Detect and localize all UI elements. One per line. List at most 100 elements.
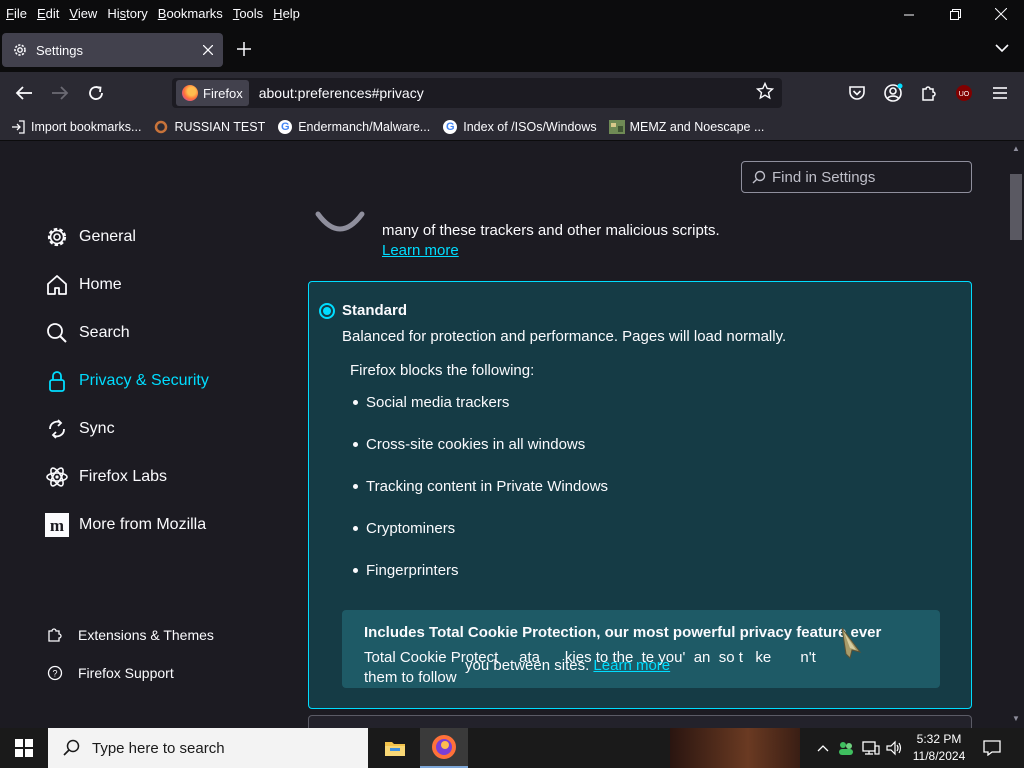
- bookmark-star-button[interactable]: [755, 81, 775, 105]
- shield-illustration-icon: [315, 211, 365, 232]
- volume-button[interactable]: [884, 728, 906, 768]
- close-window-button[interactable]: [978, 0, 1024, 28]
- sidebar-item-search[interactable]: Search: [44, 320, 130, 346]
- sidebar-item-more-from-mozilla[interactable]: m More from Mozilla: [44, 512, 206, 538]
- scroll-down-icon[interactable]: ▼: [1012, 714, 1020, 723]
- scrollbar-thumb[interactable]: [1010, 174, 1022, 240]
- bookmark-index-isos[interactable]: G Index of /ISOs/Windows: [442, 119, 597, 135]
- show-hidden-icons-button[interactable]: [814, 728, 832, 768]
- bullet-icon: [353, 484, 358, 489]
- extensions-button[interactable]: [918, 82, 940, 104]
- account-icon: [884, 83, 903, 102]
- svg-text:UO: UO: [959, 91, 970, 98]
- forward-arrow-icon: [52, 86, 69, 100]
- busy-cursor-icon: [841, 627, 862, 659]
- strict-protection-card[interactable]: [308, 715, 972, 728]
- plus-icon: [237, 42, 251, 56]
- speaker-icon: [886, 740, 902, 756]
- reload-icon: [89, 86, 103, 100]
- taskbar-clock[interactable]: 5:32 PM 11/8/2024: [906, 731, 972, 765]
- identity-label: Firefox: [203, 85, 243, 101]
- taskbar-search-box[interactable]: Type here to search: [48, 728, 368, 768]
- sync-icon: [44, 416, 70, 442]
- chevron-down-icon: [995, 44, 1009, 53]
- close-tab-button[interactable]: [202, 42, 214, 58]
- close-icon: [202, 44, 214, 56]
- back-arrow-icon: [15, 86, 32, 100]
- taskbar-firefox[interactable]: [420, 728, 468, 768]
- sidebar-item-firefox-labs[interactable]: Firefox Labs: [44, 464, 167, 490]
- network-button[interactable]: [860, 728, 882, 768]
- list-item: Fingerprinters: [353, 562, 459, 579]
- find-placeholder: Find in Settings: [772, 168, 876, 186]
- bullet-icon: [353, 568, 358, 573]
- desktop-wallpaper-strip: [670, 728, 800, 768]
- forward-button[interactable]: [46, 80, 74, 106]
- bookmark-memz[interactable]: MEMZ and Noescape ...: [608, 119, 764, 135]
- bullet-icon: [353, 400, 358, 405]
- list-item: Cross-site cookies in all windows: [353, 436, 585, 453]
- sidebar-item-extensions-themes[interactable]: Extensions & Themes: [46, 626, 214, 644]
- menu-bookmarks[interactable]: Bookmarks: [152, 6, 227, 21]
- chevron-up-icon: [817, 745, 829, 752]
- people-icon: [839, 742, 853, 755]
- identity-box[interactable]: Firefox: [176, 80, 249, 106]
- account-button[interactable]: [882, 82, 904, 104]
- import-icon: [10, 119, 26, 135]
- menu-tools[interactable]: Tools: [227, 6, 267, 21]
- reload-button[interactable]: [82, 80, 110, 106]
- puzzle-icon: [922, 86, 936, 101]
- scroll-up-icon[interactable]: ▲: [1012, 144, 1020, 153]
- menu-history[interactable]: History: [101, 6, 151, 21]
- taskbar-file-explorer[interactable]: [371, 728, 419, 768]
- ublock-icon: UO: [956, 85, 972, 101]
- firefox-logo-icon: [432, 735, 456, 759]
- list-all-tabs-button[interactable]: [994, 40, 1012, 58]
- bullet-icon: [353, 526, 358, 531]
- url-bar[interactable]: Firefox about:preferences#privacy: [172, 78, 782, 108]
- pocket-button[interactable]: [846, 82, 868, 104]
- standard-radio[interactable]: [319, 303, 335, 319]
- action-center-button[interactable]: [976, 728, 1008, 768]
- url-text[interactable]: about:preferences#privacy: [259, 85, 756, 101]
- restore-button[interactable]: [932, 0, 978, 28]
- page-scrollbar[interactable]: ▲ ▼: [1008, 142, 1024, 728]
- sidebar-item-privacy-security[interactable]: Privacy & Security: [44, 368, 209, 394]
- bookmarks-toolbar: Import bookmarks... RUSSIAN TEST G Ender…: [0, 114, 1024, 141]
- tcp-learn-more-link[interactable]: Learn more: [593, 657, 670, 674]
- bookmark-endermanch[interactable]: G Endermanch/Malware...: [277, 119, 430, 135]
- standard-protection-card[interactable]: Standard Balanced for protection and per…: [308, 281, 972, 709]
- sidebar-item-home[interactable]: Home: [44, 272, 122, 298]
- menu-edit[interactable]: Edit: [31, 6, 63, 21]
- back-button[interactable]: [10, 80, 38, 106]
- tcp-overlap-text: you between sites. Learn more: [465, 657, 671, 674]
- standard-title: Standard: [342, 302, 408, 319]
- menu-file[interactable]: File: [0, 6, 31, 21]
- learn-more-link[interactable]: Learn more: [382, 242, 459, 259]
- search-icon: [752, 170, 766, 184]
- app-menu-button[interactable]: [989, 82, 1011, 104]
- menu-help[interactable]: Help: [267, 6, 304, 21]
- start-button[interactable]: [0, 728, 48, 768]
- new-tab-button[interactable]: [232, 40, 256, 62]
- sidebar-item-sync[interactable]: Sync: [44, 416, 115, 442]
- windows-logo-icon: [15, 739, 33, 757]
- menu-view[interactable]: View: [63, 6, 101, 21]
- minimize-button[interactable]: [886, 0, 932, 28]
- network-icon: [862, 741, 880, 755]
- google-icon: G: [277, 119, 293, 135]
- close-icon: [995, 8, 1007, 20]
- tray-people-icon-button[interactable]: [836, 728, 856, 768]
- restore-icon: [949, 8, 961, 20]
- find-in-settings-input[interactable]: Find in Settings: [741, 161, 972, 193]
- list-item: Social media trackers: [353, 394, 509, 411]
- tracking-description: many of these trackers and other malicio…: [382, 222, 720, 239]
- tab-settings[interactable]: Settings: [2, 33, 223, 67]
- bookmark-import[interactable]: Import bookmarks...: [10, 119, 141, 135]
- bookmark-russian-test[interactable]: RUSSIAN TEST: [153, 119, 265, 135]
- sidebar-item-firefox-support[interactable]: ? Firefox Support: [46, 664, 174, 682]
- tcp-title: Includes Total Cookie Protection, our mo…: [364, 624, 882, 641]
- ring-icon: [153, 119, 169, 135]
- ublock-button[interactable]: UO: [953, 82, 975, 104]
- sidebar-item-general[interactable]: General: [44, 224, 136, 250]
